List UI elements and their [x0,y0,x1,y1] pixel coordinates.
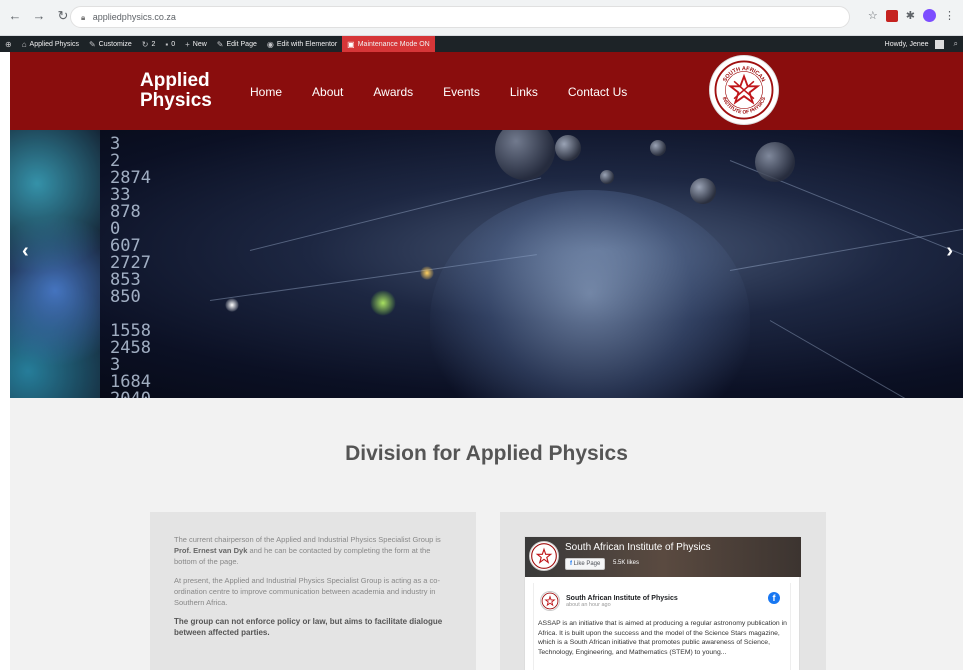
comment-icon: ▪ [165,39,169,49]
reload-icon[interactable]: ↻ [56,8,70,24]
admin-account[interactable]: Howdy, Jenee [880,36,949,52]
facebook-cover[interactable]: South African Institute of Physics f Lik… [525,537,801,577]
back-icon[interactable]: ← [8,8,22,24]
admin-edit-page[interactable]: ✎ Edit Page [212,36,262,52]
admin-updates[interactable]: ↻ 2 [137,36,161,52]
nav-about[interactable]: About [312,85,343,99]
extension-icon[interactable] [885,9,898,22]
profile-avatar[interactable] [923,9,936,22]
admin-site-name[interactable]: ⌂ Applied Physics [17,36,84,52]
nav-home[interactable]: Home [250,85,282,99]
main-nav: Home About Awards Events Links Contact U… [250,85,657,99]
nav-contact-us[interactable]: Contact Us [568,85,627,99]
site-header: Applied Physics Home About Awards Events… [10,52,963,130]
policy-paragraph: The group can not enforce policy or law,… [174,617,443,637]
facebook-post-time[interactable]: about an hour ago [566,602,678,608]
facebook-card: South African Institute of Physics f Lik… [500,512,826,670]
facebook-page-widget[interactable]: South African Institute of Physics f Lik… [524,536,801,670]
admin-comments[interactable]: ▪ 0 [160,36,180,52]
elementor-icon: ◉ [266,39,274,49]
coordination-paragraph: At present, the Applied and Industrial P… [174,576,440,607]
admin-elementor[interactable]: ◉ Edit with Elementor [262,36,342,52]
plus-icon: + [185,39,190,49]
page-title: Division for Applied Physics [345,442,628,465]
wp-admin-bar: ⊕ ⌂ Applied Physics ✎ Customize ↻ 2 ▪ 0 + New… [0,36,963,52]
slider-next-icon[interactable]: › [946,240,953,263]
menu-icon[interactable]: ⋮ [944,9,955,22]
search-icon: ⌕ [953,39,958,48]
hero-digits: 3 2 2874 33 878 0 607 2727 853 850 1558 … [110,134,151,399]
facebook-icon[interactable]: f [768,592,780,604]
facebook-page-name[interactable]: South African Institute of Physics [565,542,711,553]
lock-icon: 🔒︎ [81,13,86,22]
hero-slider[interactable]: 3 2 2874 33 878 0 607 2727 853 850 1558 … [10,130,963,398]
nav-events[interactable]: Events [443,85,480,99]
admin-search[interactable]: ⌕ [949,36,963,52]
facebook-post-author[interactable]: South African Institute of Physics [566,595,678,602]
lock-icon: ▣ [347,39,355,49]
wp-logo[interactable]: ⊕ [0,36,17,52]
hero-head-graphic [430,190,750,398]
brush-icon: ✎ [88,39,96,49]
admin-customize[interactable]: ✎ Customize [84,36,137,52]
dna-graphic [10,130,100,398]
chairperson-name: Prof. Ernest van Dyk [174,546,248,555]
forward-icon[interactable]: → [32,8,46,24]
facebook-post-text: ASSAP is an initiative that is aimed at … [538,620,787,656]
puzzle-icon[interactable]: ✱ [906,9,915,22]
browser-toolbar: ← → ↻ ⌂ 🔒︎ appliedphysics.co.za ☆ ✱ ⋮ [0,0,963,36]
saip-seal-logo[interactable]: SOUTH AFRICAN INSTITUTE OF PHYSICS [710,56,778,124]
wordpress-icon: ⊕ [5,39,12,49]
nav-links[interactable]: Links [510,85,538,99]
chairperson-card: The current chairperson of the Applied a… [150,512,476,670]
facebook-likes-count: 5.5K likes [613,560,640,566]
address-bar[interactable]: 🔒︎ appliedphysics.co.za [70,6,850,28]
facebook-post: South African Institute of Physics about… [533,583,791,670]
avatar [934,39,944,49]
slider-prev-icon[interactable]: ‹ [22,240,29,263]
facebook-post-avatar[interactable] [540,591,560,611]
site-logo[interactable]: Applied Physics [140,71,212,111]
star-icon[interactable]: ☆ [868,9,878,22]
facebook-like-button[interactable]: f Like Page [565,558,606,570]
updates-icon: ↻ [141,39,149,49]
facebook-page-logo[interactable] [529,541,559,571]
admin-new[interactable]: + New [180,36,212,52]
nav-awards[interactable]: Awards [373,85,413,99]
facebook-small-icon: f [570,561,572,567]
chairperson-paragraph: The current chairperson of the Applied a… [174,535,441,566]
dashboard-icon: ⌂ [21,39,27,49]
main-content: Division for Applied Physics The current… [10,398,963,670]
admin-maintenance-mode[interactable]: ▣ Maintenance Mode ON [342,36,435,52]
url-text: appliedphysics.co.za [92,12,176,22]
pencil-icon: ✎ [216,39,224,49]
